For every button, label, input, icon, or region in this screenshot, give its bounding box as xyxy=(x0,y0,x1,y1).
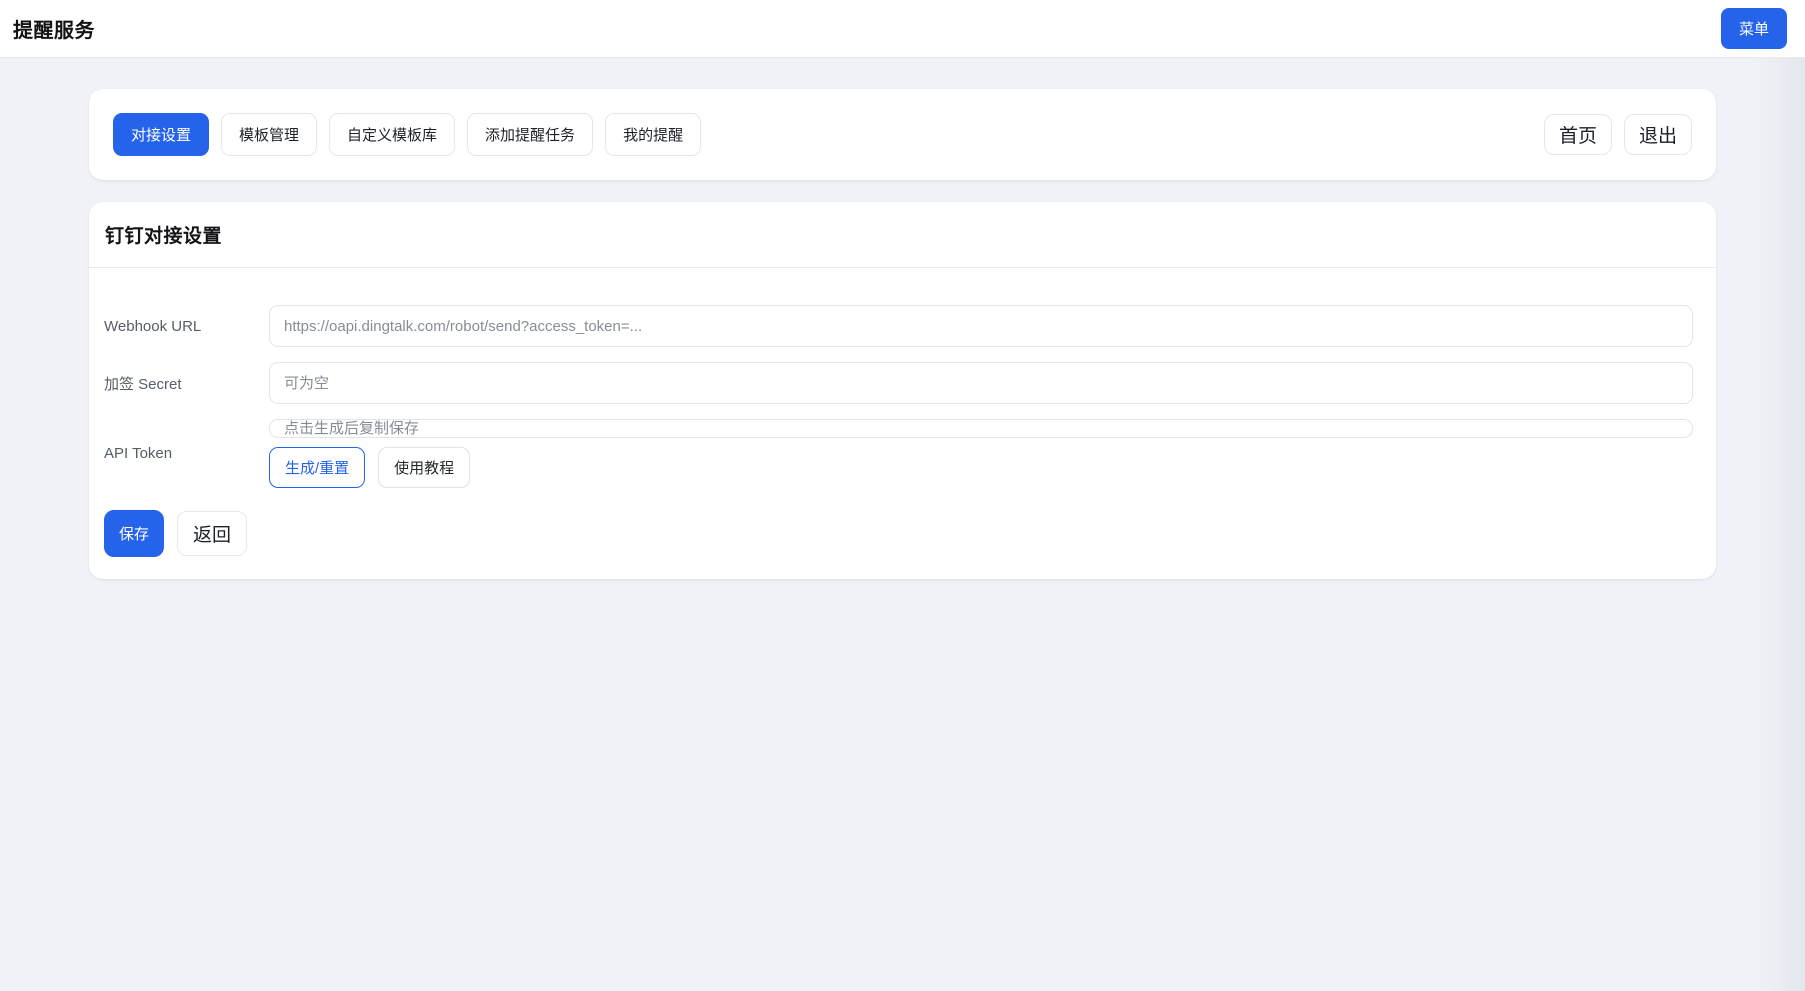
generate-reset-button[interactable]: 生成/重置 xyxy=(269,447,366,488)
save-button[interactable]: 保存 xyxy=(104,510,165,557)
back-button[interactable]: 返回 xyxy=(177,511,248,556)
api-token-label: API Token xyxy=(104,445,173,462)
api-token-group: 生成/重置 使用教程 xyxy=(269,419,1693,488)
webhook-url-label: Webhook URL xyxy=(104,317,202,335)
settings-form: Webhook URL 加签 Secret API Token 生成/重置 使用… xyxy=(89,268,1716,579)
form-actions: 保存 返回 xyxy=(104,510,1693,557)
page-background: 对接设置 模板管理 自定义模板库 添加提醒任务 我的提醒 首页 退出 钉钉对接设… xyxy=(0,58,1805,991)
secret-input[interactable] xyxy=(269,362,1693,404)
tab-integration-settings[interactable]: 对接设置 xyxy=(113,113,210,156)
home-button[interactable]: 首页 xyxy=(1543,114,1612,155)
nav-actions: 首页 退出 xyxy=(1543,114,1692,155)
nav-card: 对接设置 模板管理 自定义模板库 添加提醒任务 我的提醒 首页 退出 xyxy=(89,89,1716,180)
tab-list: 对接设置 模板管理 自定义模板库 添加提醒任务 我的提醒 xyxy=(113,113,702,156)
api-token-input[interactable] xyxy=(269,419,1693,438)
tab-template-management[interactable]: 模板管理 xyxy=(221,113,318,156)
content-container: 对接设置 模板管理 自定义模板库 添加提醒任务 我的提醒 首页 退出 钉钉对接设… xyxy=(89,89,1716,579)
tab-add-reminder-task[interactable]: 添加提醒任务 xyxy=(467,113,594,156)
tab-my-reminders[interactable]: 我的提醒 xyxy=(605,113,702,156)
exit-button[interactable]: 退出 xyxy=(1623,114,1692,155)
tab-custom-template-library[interactable]: 自定义模板库 xyxy=(329,113,456,156)
api-token-row: API Token 生成/重置 使用教程 xyxy=(104,419,1693,488)
tutorial-button[interactable]: 使用教程 xyxy=(378,447,471,488)
dingtalk-settings-card: 钉钉对接设置 Webhook URL 加签 Secret API Token xyxy=(89,202,1716,579)
page-title: 提醒服务 xyxy=(13,20,95,42)
api-token-buttons: 生成/重置 使用教程 xyxy=(269,447,1693,488)
menu-button[interactable]: 菜单 xyxy=(1720,8,1787,49)
secret-label: 加签 Secret xyxy=(104,375,182,393)
webhook-url-input[interactable] xyxy=(269,305,1693,347)
secret-row: 加签 Secret xyxy=(104,362,1693,404)
settings-card-header: 钉钉对接设置 xyxy=(89,202,1716,268)
app-header: 提醒服务 菜单 xyxy=(0,0,1805,58)
settings-card-title: 钉钉对接设置 xyxy=(105,226,223,247)
webhook-url-row: Webhook URL xyxy=(104,305,1693,347)
